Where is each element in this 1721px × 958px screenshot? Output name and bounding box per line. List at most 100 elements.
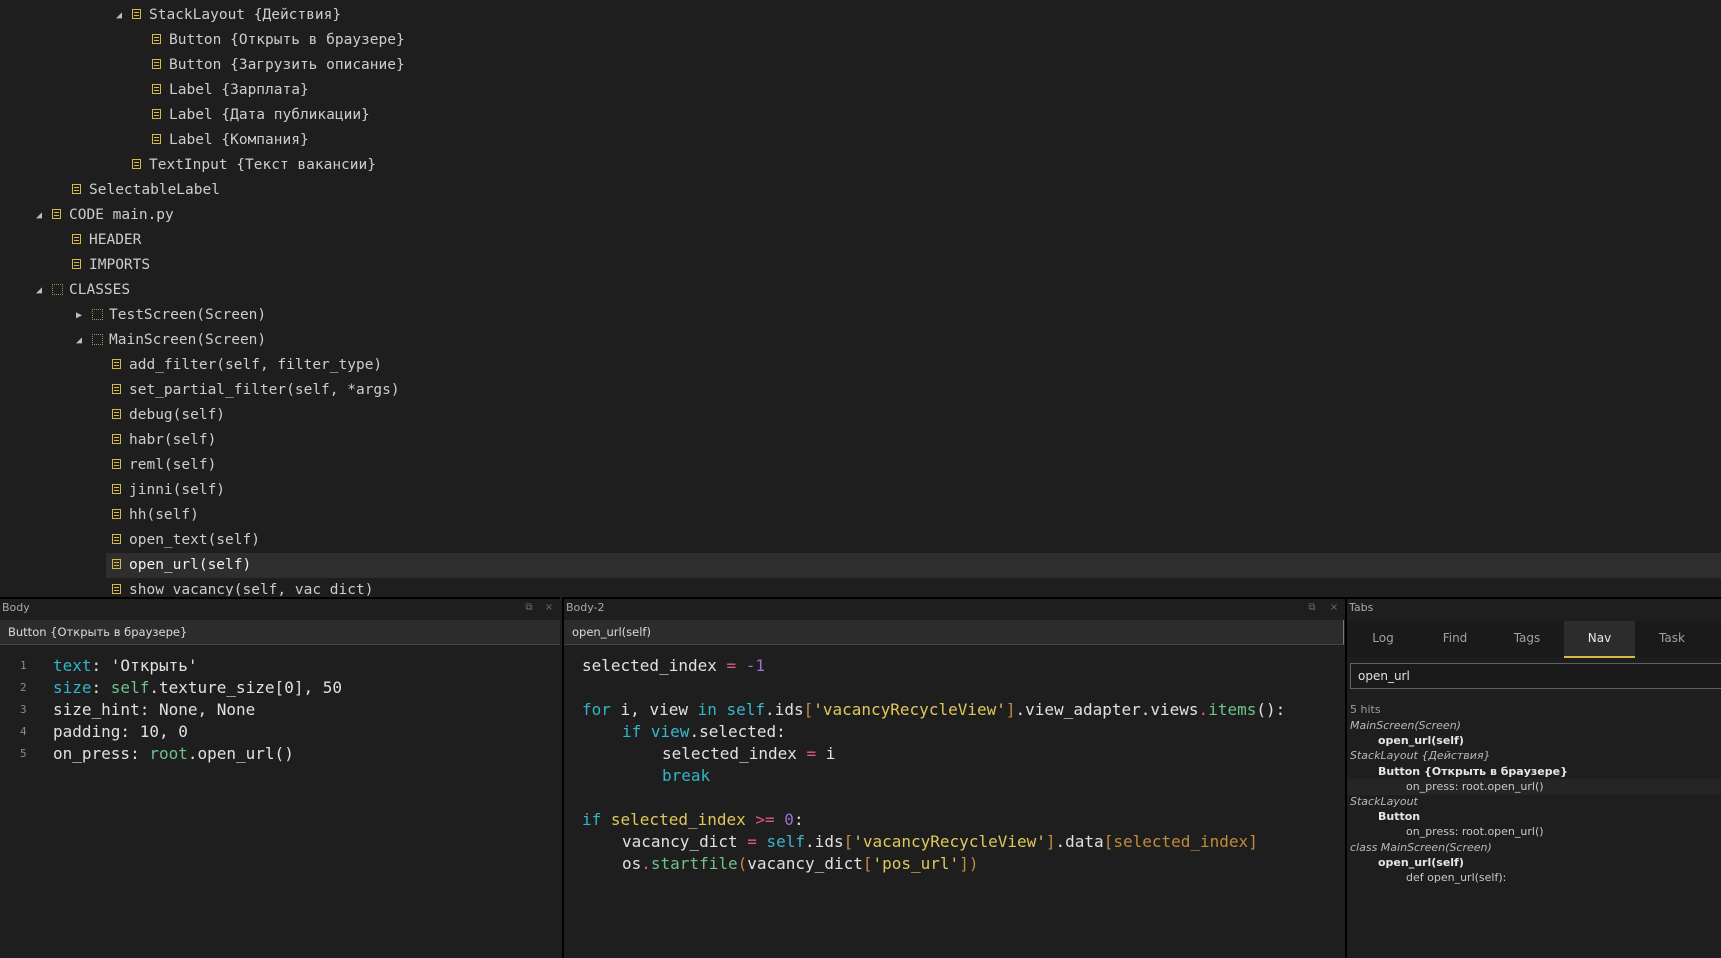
token: [ [843,832,854,851]
outline-node[interactable]: ◢ MainScreen(Screen) [0,328,1721,353]
nav-result-item[interactable]: StackLayout [1347,794,1721,810]
nav-result-item[interactable]: open_url(self) [1347,733,1721,749]
nav-result-item[interactable]: def open_url(self): [1347,870,1721,886]
code-text: selected_index = i [662,743,835,765]
outline-node[interactable]: reml(self) [0,453,1721,478]
nav-result-item[interactable]: on_press: root.open_url() [1347,824,1721,840]
node-content-icon [112,559,121,569]
body2-editor[interactable]: selected_index = -1 for i, view in self.… [564,647,1346,958]
outline-node[interactable]: Button {Открыть в браузере} [0,28,1721,53]
outline-node[interactable]: SelectableLabel [0,178,1721,203]
collapse-triangle-icon[interactable]: ◢ [114,3,124,28]
tab-find[interactable]: Find [1419,621,1491,656]
node-content-icon [152,109,161,119]
tab-tags[interactable]: Tags [1491,621,1563,656]
outline-node[interactable]: habr(self) [0,428,1721,453]
outline-node[interactable]: ◢ CLASSES [0,278,1721,303]
float-icon[interactable]: ⧉ [1306,601,1318,615]
node-content-icon [112,509,121,519]
node-content-icon [112,384,121,394]
token: .data [1055,832,1104,851]
token: .texture_size[0], 50 [149,678,342,697]
nav-result-item[interactable]: on_press: root.open_url() [1347,778,1721,795]
outline-node-label: set_partial_filter(self, *args) [129,382,400,398]
outline-node[interactable]: jinni(self) [0,478,1721,503]
body2-headline: open_url(self) [564,620,1344,645]
outline-node[interactable]: Label {Компания} [0,128,1721,153]
token: (): [1256,700,1286,719]
code-text: for i, view in self.ids['vacancyRecycleV… [582,699,1285,721]
token: ]) [959,854,979,873]
outline-node[interactable]: debug(self) [0,403,1721,428]
outline-node[interactable]: open_text(self) [0,528,1721,553]
outline-node[interactable]: HEADER [0,228,1721,253]
node-content-icon [112,434,121,444]
outline-node[interactable]: show_vacancy(self, vac_dict) [0,578,1721,596]
node-content-icon [112,459,121,469]
body-pane-title: Body [2,601,30,614]
token: i [816,744,836,763]
token: ] [1005,700,1016,719]
nav-result-item[interactable]: StackLayout {Действия} [1347,748,1721,764]
outline-node[interactable]: ◢ CODE main.py [0,203,1721,228]
nav-search-input[interactable] [1350,663,1721,689]
token: selected_index [601,810,756,829]
line-number: 2 [20,681,27,694]
nav-result-item[interactable]: Button {Открыть в браузере} [1347,764,1721,780]
token: 'pos_url' [872,854,960,873]
outline-node-label: Button {Открыть в браузере} [169,32,405,48]
node-content-icon [112,484,121,494]
outline-node[interactable]: set_partial_filter(self, *args) [0,378,1721,403]
outline-node[interactable]: IMPORTS [0,253,1721,278]
collapse-triangle-icon[interactable]: ◢ [34,203,44,228]
node-content-icon [112,359,121,369]
outline-node[interactable]: ◢ StackLayout {Действия} [0,3,1721,28]
outline-node[interactable]: open_url(self) [106,553,1721,578]
clone-node-icon [92,334,103,345]
node-content-icon [72,259,81,269]
outline-node[interactable]: Button {Загрузить описание} [0,53,1721,78]
tab-task[interactable]: Task [1636,621,1708,656]
tab-log[interactable]: Log [1347,621,1419,656]
nav-result-item[interactable]: open_url(self) [1347,855,1721,871]
token: : [91,656,111,675]
outline-node[interactable]: ▶ TestScreen(Screen) [0,303,1721,328]
outline-node[interactable]: add_filter(self, filter_type) [0,353,1721,378]
outline-node[interactable]: hh(self) [0,503,1721,528]
close-icon[interactable]: × [543,601,555,615]
outline-node-label: Label {Дата публикации} [169,107,370,123]
collapse-triangle-icon[interactable]: ◢ [74,328,84,353]
nav-result-item[interactable]: Button [1347,809,1721,825]
outline-node-label: hh(self) [129,507,199,523]
line-number: 4 [20,725,27,738]
body2-pane: Body-2 ⧉ × open_url(self) selected_index… [562,597,1346,958]
node-content-icon [72,234,81,244]
node-content-icon [72,184,81,194]
close-icon[interactable]: × [1328,601,1340,615]
tab-bar: Log Find Tags Nav Task [1347,621,1721,658]
outline-pane: ◢ StackLayout {Действия} Button {Открыть в… [0,0,1721,596]
outline-node[interactable]: Label {Зарплата} [0,78,1721,103]
tabs-pane: Tabs Log Find Tags Nav Task 5 hits MainS… [1345,597,1721,958]
node-content-icon [152,59,161,69]
expand-triangle-icon[interactable]: ▶ [74,303,84,328]
collapse-triangle-icon[interactable]: ◢ [34,278,44,303]
node-content-icon [112,409,121,419]
tab-nav[interactable]: Nav [1564,621,1635,658]
outline-node-label: show_vacancy(self, vac_dict) [129,582,374,596]
token: >= [755,810,775,829]
clone-node-icon [92,309,103,320]
code-text: text: 'Открыть' [53,655,198,677]
float-icon[interactable]: ⧉ [523,601,535,615]
outline-node[interactable]: Label {Дата публикации} [0,103,1721,128]
outline-node-label: TextInput {Текст вакансии} [149,157,376,173]
nav-result-item[interactable]: class MainScreen(Screen) [1347,840,1721,856]
node-content-icon [112,584,121,594]
nav-result-item[interactable]: MainScreen(Screen) [1347,718,1721,734]
outline-node[interactable]: TextInput {Текст вакансии} [0,153,1721,178]
body-editor[interactable]: 1 2 3 4 5 text: 'Открыть' size: self.tex… [0,647,560,958]
tabs-pane-title: Tabs [1349,601,1374,614]
token: in [697,700,717,719]
